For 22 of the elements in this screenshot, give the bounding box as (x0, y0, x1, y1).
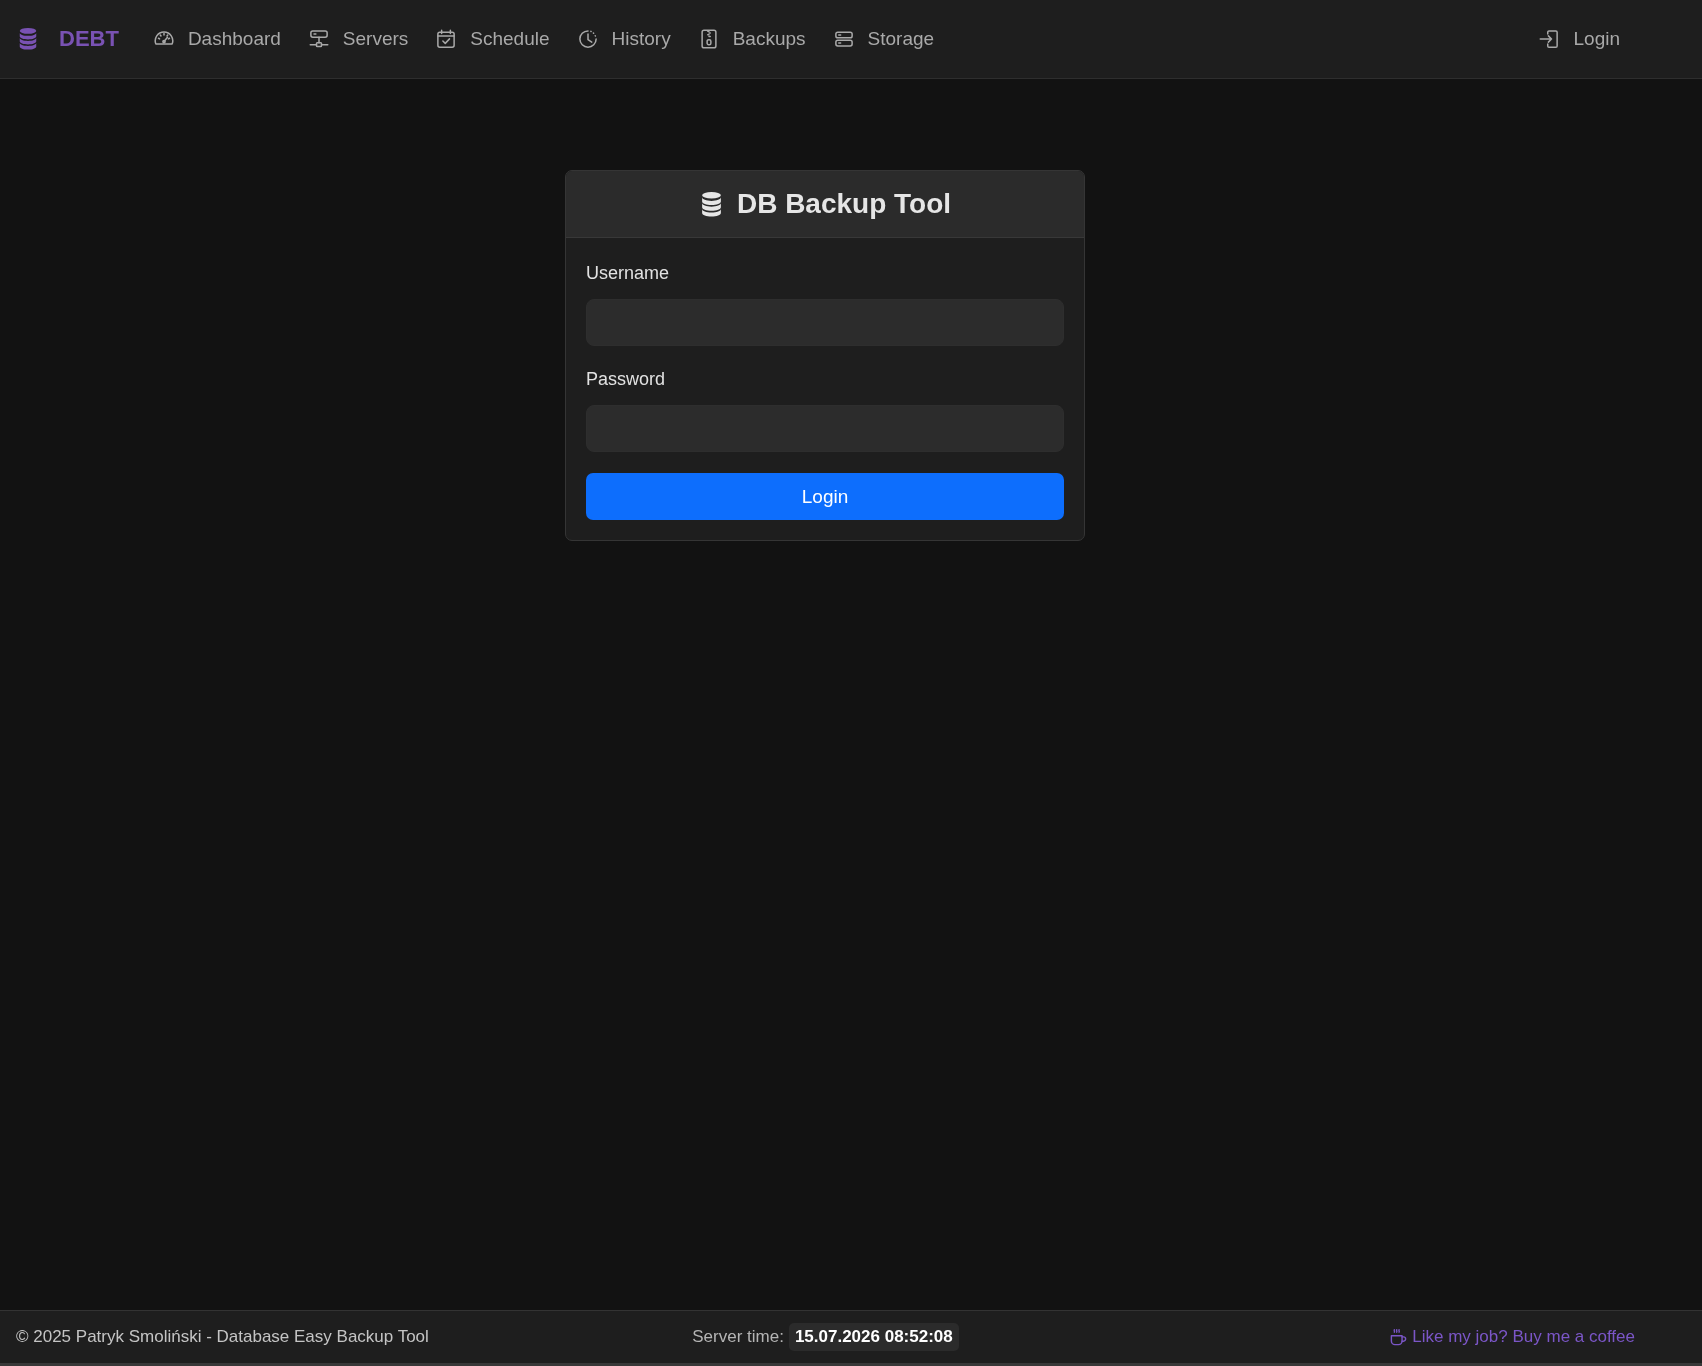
login-link[interactable]: Login (1530, 19, 1628, 59)
database-icon (17, 27, 39, 51)
nav-link[interactable]: Schedule (428, 19, 558, 59)
network-icon (308, 29, 329, 49)
nav-link[interactable]: History (569, 19, 679, 59)
sign-in-icon (1538, 29, 1559, 49)
calendar-check-icon (436, 29, 457, 49)
clock-icon (577, 29, 598, 49)
nav-link[interactable]: Backups (690, 19, 814, 59)
nav-link[interactable]: Storage (825, 19, 943, 59)
login-button[interactable]: Login (586, 473, 1064, 520)
copyright-text: © 2025 Patryk Smoliński - Database Easy Backup Tool (16, 1326, 429, 1348)
nav-link[interactable]: Dashboard (145, 19, 289, 59)
nav-link[interactable]: Servers (300, 19, 417, 59)
server-icon (833, 29, 854, 49)
field-label: Username (586, 262, 671, 285)
zip-file-icon (698, 29, 719, 49)
coffee-cup-icon (1389, 1327, 1409, 1347)
field-label: Password (586, 368, 667, 391)
server-time-value: 15.07.2026 08:52:08 (788, 1323, 959, 1351)
card-title: DB Backup Tool (736, 187, 952, 221)
server-time-label: Server time: (692, 1326, 784, 1348)
